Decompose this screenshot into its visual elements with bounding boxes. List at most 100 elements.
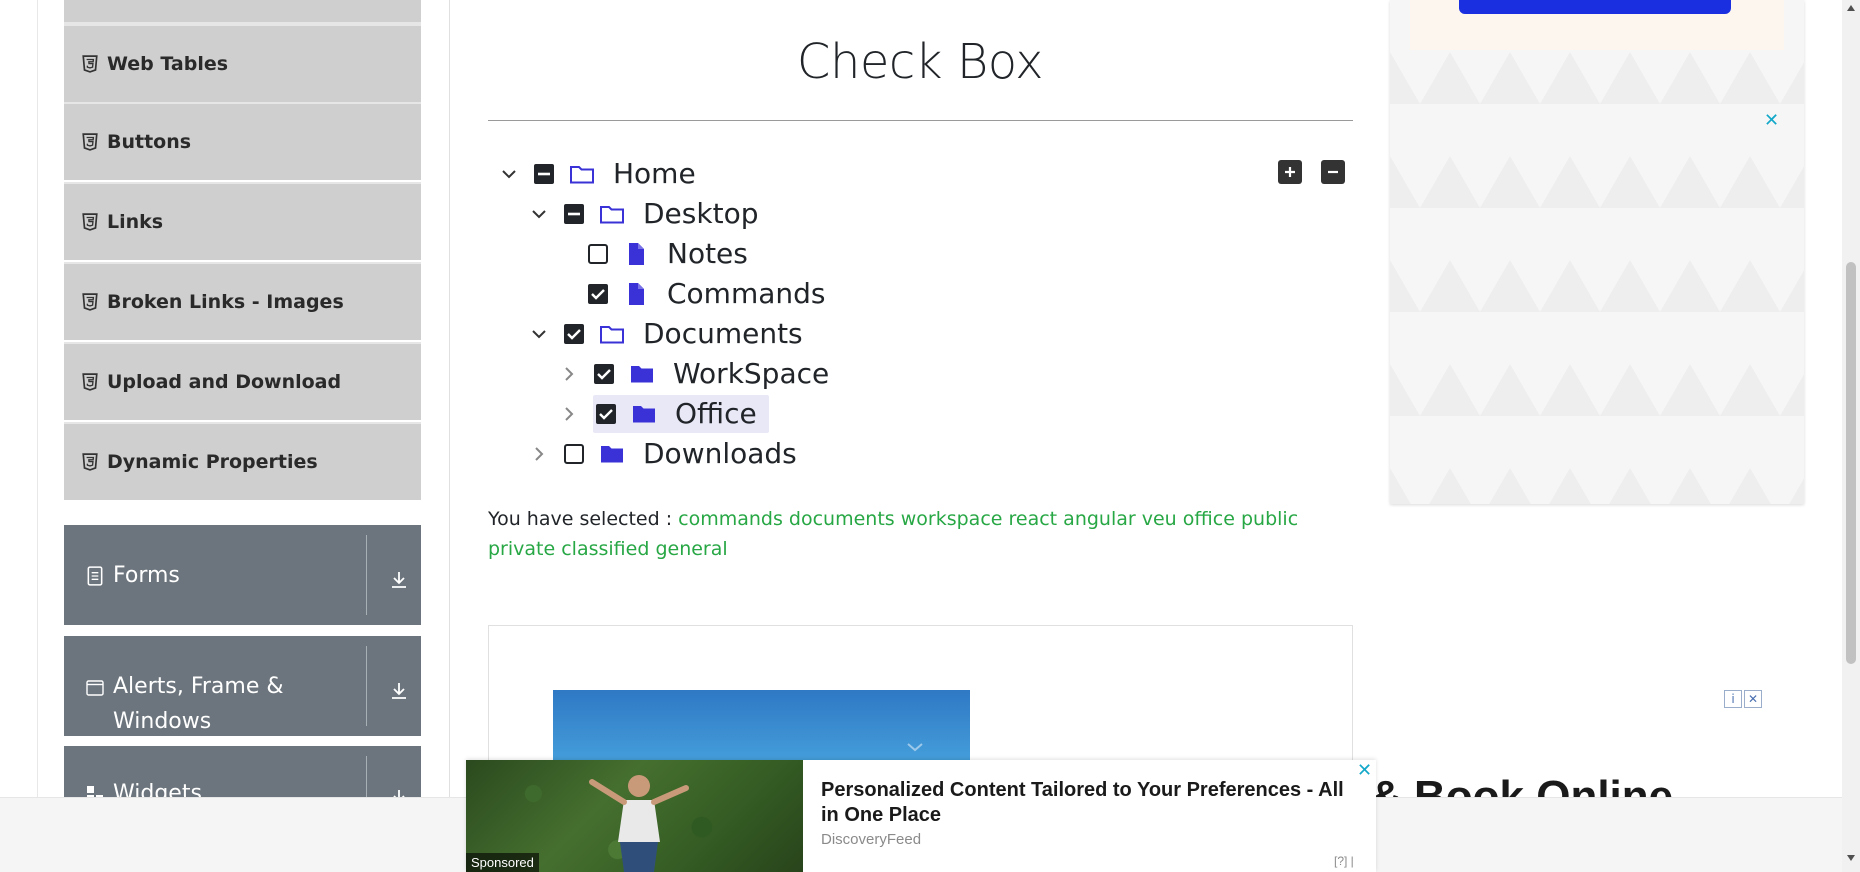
group-forms[interactable]: Forms — [64, 525, 421, 625]
ad-pattern — [1390, 0, 1804, 504]
sidebar-item-label: Buttons — [107, 131, 192, 153]
tree-node-downloads: Downloads — [527, 435, 801, 473]
sidebar: Web Tables Buttons Links Broken Links - … — [0, 0, 451, 806]
group-alerts-frame-windows[interactable]: Alerts, Frame & Windows — [64, 636, 421, 736]
sponsored-tag: Sponsored — [466, 853, 539, 872]
folder-icon — [633, 406, 655, 423]
sidebar-item-label: Web Tables — [107, 53, 229, 75]
html5-icon — [82, 213, 98, 231]
checkbox-partial[interactable] — [533, 163, 555, 185]
close-icon[interactable]: ✕ — [1764, 110, 1779, 131]
sidebar-item-label: Dynamic Properties — [107, 451, 318, 473]
tree-node-office: Office — [557, 395, 769, 433]
html5-icon — [82, 293, 98, 311]
sidebar-item-broken-links[interactable]: Broken Links - Images — [64, 262, 421, 340]
selected-item: veu — [1141, 508, 1177, 530]
person-image — [589, 775, 689, 872]
selected-item: documents — [788, 508, 895, 530]
sidebar-item-web-tables[interactable]: Web Tables — [64, 24, 421, 102]
tree-node-label[interactable]: Office — [671, 396, 761, 432]
tree-node-label[interactable]: Documents — [639, 316, 807, 352]
scrollbar-thumb[interactable] — [1846, 262, 1856, 664]
expand-all-button[interactable] — [1278, 160, 1302, 184]
scroll-up-icon[interactable] — [1846, 4, 1856, 12]
download-icon[interactable] — [387, 679, 411, 703]
sidebar-item-dynamic-properties[interactable]: Dynamic Properties — [64, 422, 421, 500]
checkbox-partial[interactable] — [563, 203, 585, 225]
sidebar-item-upload-download[interactable]: Upload and Download — [64, 342, 421, 420]
tree-node-label[interactable]: Notes — [663, 236, 752, 272]
selected-item: private — [488, 538, 556, 560]
checkbox-checked[interactable] — [593, 363, 615, 385]
tree-node-label[interactable]: WorkSpace — [669, 356, 833, 392]
close-icon[interactable]: ✕ — [1744, 690, 1762, 708]
tree-node-highlight: Office — [593, 395, 769, 433]
group-divider — [366, 646, 367, 726]
sponsored-help[interactable]: [?] | — [1334, 854, 1354, 868]
checkbox-unchecked[interactable] — [587, 243, 609, 265]
sidebar-item-links[interactable]: Links — [64, 182, 421, 260]
tree-node-workspace: WorkSpace — [557, 355, 833, 393]
minus-icon — [1328, 170, 1338, 174]
chevron-down-icon[interactable] — [527, 202, 551, 226]
tree-node-label[interactable]: Commands — [663, 276, 830, 312]
sidebar-item-partial[interactable] — [64, 0, 421, 24]
chevron-down-icon — [907, 743, 923, 752]
group-label: Forms — [113, 563, 180, 588]
tree-node-desktop: Desktop — [527, 195, 762, 233]
sponsored-source[interactable]: DiscoveryFeed — [821, 831, 921, 848]
html5-icon — [82, 453, 98, 471]
sidebar-edge — [37, 0, 38, 800]
collapse-all-button[interactable] — [1321, 160, 1345, 184]
sponsored-title[interactable]: Personalized Content Tailored to Your Pr… — [821, 778, 1366, 828]
close-icon[interactable]: ✕ — [1357, 760, 1372, 781]
sidebar-item-label: Upload and Download — [107, 371, 342, 393]
page: Web Tables Buttons Links Broken Links - … — [0, 0, 1860, 872]
chevron-right-icon[interactable] — [557, 402, 581, 426]
adchoices: i ✕ — [1724, 690, 1764, 710]
sponsored-image[interactable]: Sponsored — [466, 760, 803, 872]
folder-open-icon — [600, 206, 624, 224]
document-icon — [87, 566, 103, 586]
chevron-down-icon[interactable] — [497, 162, 521, 186]
checkbox-checked[interactable] — [563, 323, 585, 345]
result-text: You have selected : commands documents w… — [488, 504, 1348, 564]
info-icon[interactable]: i — [1724, 690, 1742, 708]
folder-open-icon — [570, 166, 594, 184]
window-icon — [86, 680, 104, 696]
chevron-down-icon[interactable] — [527, 322, 551, 346]
group-divider — [366, 535, 367, 615]
sponsored-banner[interactable]: Sponsored Personalized Content Tailored … — [466, 760, 1376, 872]
sidebar-item-buttons[interactable]: Buttons — [64, 102, 421, 180]
chevron-right-icon[interactable] — [527, 442, 551, 466]
page-title: Check Box — [796, 34, 1044, 90]
tree-node-documents: Documents — [527, 315, 807, 353]
sidebar-item-label: Broken Links - Images — [107, 291, 344, 313]
selected-item: commands — [678, 508, 783, 530]
right-ad — [1390, 0, 1804, 504]
html5-icon — [82, 55, 98, 73]
folder-icon — [631, 366, 653, 383]
selected-item: public — [1240, 508, 1299, 530]
tree-node-label[interactable]: Home — [609, 156, 700, 192]
file-icon — [629, 243, 644, 265]
selected-item: office — [1182, 508, 1235, 530]
chevron-right-icon[interactable] — [557, 362, 581, 386]
tree-node-notes: Notes — [557, 235, 752, 273]
html5-icon — [82, 133, 98, 151]
scroll-down-icon[interactable] — [1846, 854, 1856, 862]
ad-cta-button[interactable] — [1459, 0, 1731, 14]
tree-node-label[interactable]: Desktop — [639, 196, 762, 232]
tree-node-label[interactable]: Downloads — [639, 436, 801, 472]
result-prefix: You have selected : — [488, 508, 673, 530]
checkbox-unchecked[interactable] — [563, 443, 585, 465]
checkbox-checked[interactable] — [595, 403, 617, 425]
folder-icon — [601, 446, 623, 463]
download-icon[interactable] — [387, 568, 411, 592]
group-label-line1: Alerts, Frame & — [113, 674, 284, 699]
selected-item: react — [1008, 508, 1058, 530]
sidebar-divider — [449, 0, 450, 800]
tree-node-commands: Commands — [557, 275, 830, 313]
checkbox-checked[interactable] — [587, 283, 609, 305]
group-label-line2: Windows — [113, 709, 212, 734]
